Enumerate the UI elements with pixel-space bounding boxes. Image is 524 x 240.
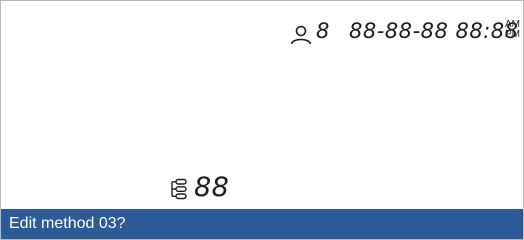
user-icon — [290, 25, 312, 45]
method-number: 88 — [194, 172, 230, 203]
method-list-icon — [171, 178, 187, 200]
lcd-screen: 8 88-88-88 88:88 AM PM 88 Edit method 03… — [0, 0, 524, 240]
am-pm-indicator: AM PM — [505, 20, 520, 40]
status-message: Edit method 03? — [9, 215, 126, 232]
pm-label: PM — [505, 29, 520, 40]
user-count: 8 — [316, 19, 330, 43]
status-bar: Edit method 03? — [1, 209, 523, 239]
datetime-display: 88-88-88 88:88 — [349, 19, 519, 43]
